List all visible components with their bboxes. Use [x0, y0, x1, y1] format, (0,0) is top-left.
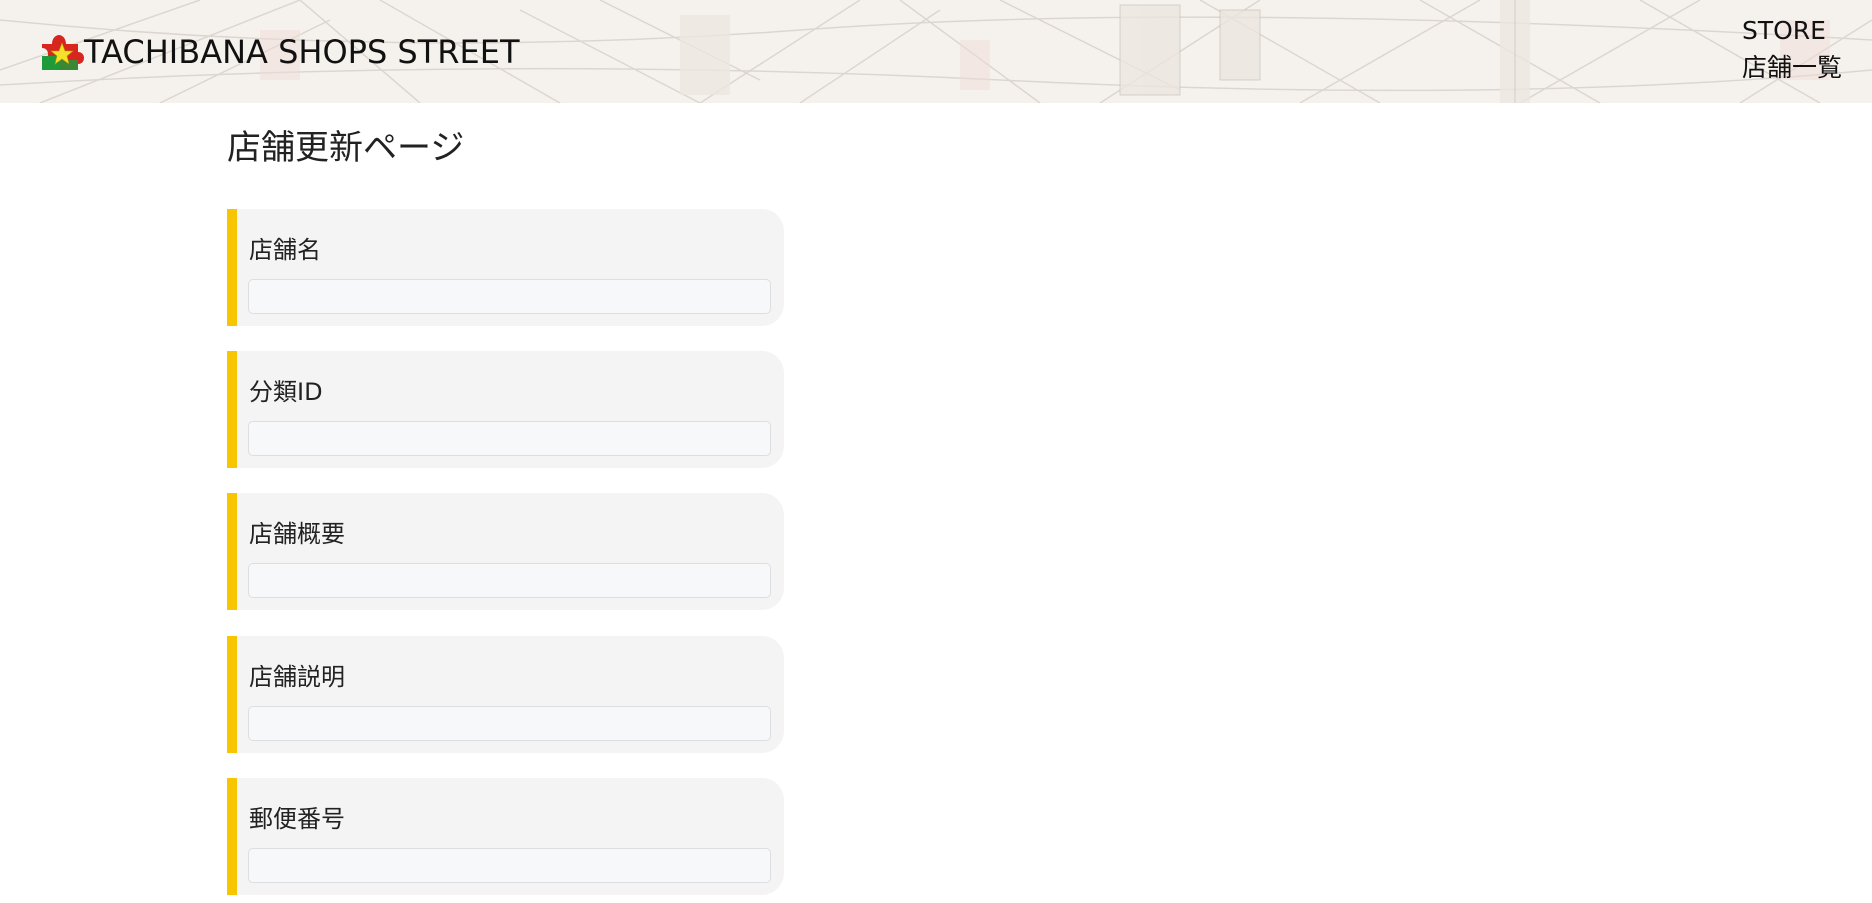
nav-store-link[interactable]: STORE [1742, 12, 1842, 49]
store-description-input[interactable] [248, 706, 771, 741]
field-label: 店舗説明 [249, 663, 345, 691]
postal-code-input[interactable] [248, 848, 771, 883]
field-label: 店舗概要 [249, 520, 345, 548]
site-header: TACHIBANA SHOPS STREET STORE 店舗一覧 [0, 0, 1872, 103]
field-label: 分類ID [249, 378, 323, 406]
store-summary-input[interactable] [248, 563, 771, 598]
page-title: 店舗更新ページ [227, 128, 465, 168]
field-store-description: 店舗説明 [227, 636, 784, 753]
field-label: 郵便番号 [249, 805, 345, 833]
field-label: 店舗名 [249, 236, 321, 264]
field-postal-code: 郵便番号 [227, 778, 784, 895]
field-category-id: 分類ID [227, 351, 784, 468]
brand-name: TACHIBANA SHOPS STREET [84, 33, 520, 71]
page: TACHIBANA SHOPS STREET STORE 店舗一覧 店舗更新ペー… [0, 0, 1872, 903]
nav-store-list-link[interactable]: 店舗一覧 [1742, 49, 1842, 86]
category-id-input[interactable] [248, 421, 771, 456]
header-nav: STORE 店舗一覧 [1742, 12, 1842, 86]
store-name-input[interactable] [248, 279, 771, 314]
field-store-summary: 店舗概要 [227, 493, 784, 610]
field-store-name: 店舗名 [227, 209, 784, 326]
brand[interactable]: TACHIBANA SHOPS STREET [38, 30, 520, 74]
puzzle-star-logo-icon [42, 35, 84, 70]
